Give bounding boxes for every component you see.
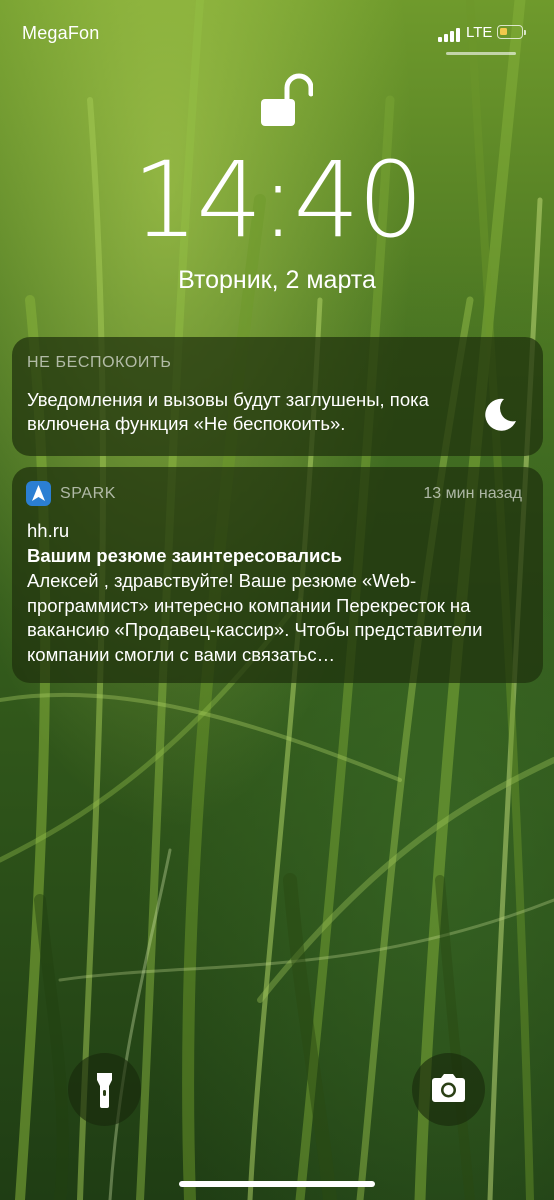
network-type-label: LTE: [466, 24, 493, 41]
battery-level-fill: [500, 28, 507, 35]
notification-subject: Вашим резюме заинтересовались: [27, 545, 342, 566]
flashlight-icon: [97, 1073, 112, 1108]
notification-card[interactable]: SPARK 13 мин назад hh.ru Вашим резюме за…: [12, 467, 543, 683]
carrier-name: MegaFon: [22, 23, 100, 43]
notification-preview: Алексей , здравствуйте! Ваше резюме «Web…: [27, 570, 483, 665]
home-indicator[interactable]: [179, 1181, 375, 1187]
camera-button[interactable]: [412, 1053, 485, 1126]
lockscreen-date: Вторник, 2 марта: [178, 266, 376, 294]
notification-app-name: SPARK: [60, 485, 117, 502]
unlocked-padlock-icon: [261, 73, 313, 126]
moon-icon: [485, 398, 516, 431]
flashlight-button[interactable]: [68, 1053, 141, 1126]
dnd-message: Уведомления и вызовы будут заглушены, по…: [27, 389, 429, 434]
camera-icon: [432, 1074, 465, 1102]
cellular-signal-icon: [438, 26, 464, 42]
do-not-disturb-banner[interactable]: НЕ БЕСПОКОИТЬ Уведомления и вызовы будут…: [12, 337, 543, 456]
control-center-handle[interactable]: [446, 52, 516, 55]
battery-icon: [497, 25, 523, 39]
notification-time: 13 мин назад: [423, 485, 522, 502]
dnd-title: НЕ БЕСПОКОИТЬ: [27, 354, 172, 371]
battery-cap: [524, 30, 526, 35]
status-bar: MegaFon LTE: [0, 0, 554, 60]
spark-icon: [26, 481, 51, 506]
lockscreen-time: 14:40: [132, 139, 424, 261]
notification-sender: hh.ru: [27, 520, 70, 541]
